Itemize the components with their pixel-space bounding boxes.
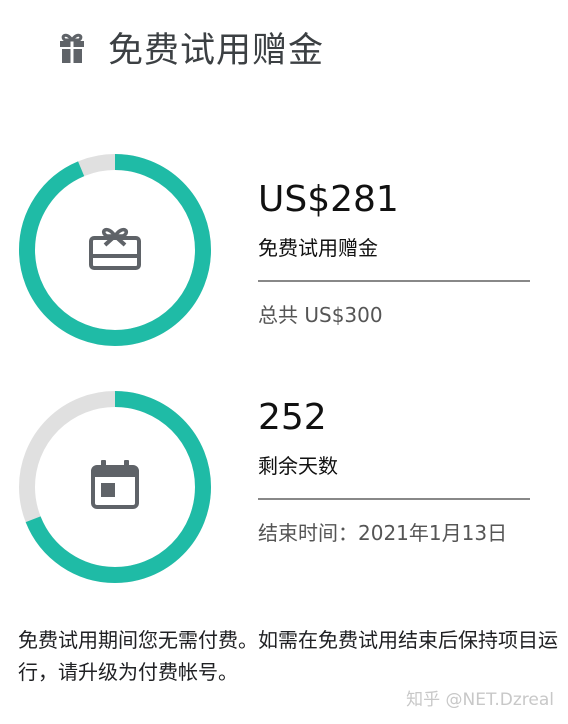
end-date: 结束时间：2021年1月13日 [258, 521, 508, 545]
credit-progress-ring [15, 150, 215, 350]
calendar-icon [91, 460, 139, 509]
days-progress-ring [15, 387, 215, 587]
credit-divider [258, 280, 530, 282]
credit-info: US$281 免费试用赠金 总共 US$300 [258, 178, 530, 330]
days-info: 252 剩余天数 结束时间：2021年1月13日 [258, 396, 530, 548]
days-divider [258, 498, 530, 500]
gift-icon [60, 33, 84, 63]
credit-total: 总共 US$300 [258, 303, 383, 327]
page-title: 免费试用赠金 [108, 30, 325, 71]
gift-card-icon [89, 227, 141, 270]
credit-label: 免费试用赠金 [258, 236, 378, 260]
trial-notice: 免费试用期间您无需付费。如需在免费试用结束后保持项目运行，请升级为付费帐号。 [18, 628, 558, 684]
watermark: 知乎 @NET.Dzreal [406, 690, 554, 710]
days-label: 剩余天数 [258, 454, 338, 478]
page-header: 免费试用赠金 [52, 22, 324, 72]
days-remaining-count: 252 [258, 397, 327, 438]
credit-amount: US$281 [258, 179, 399, 220]
